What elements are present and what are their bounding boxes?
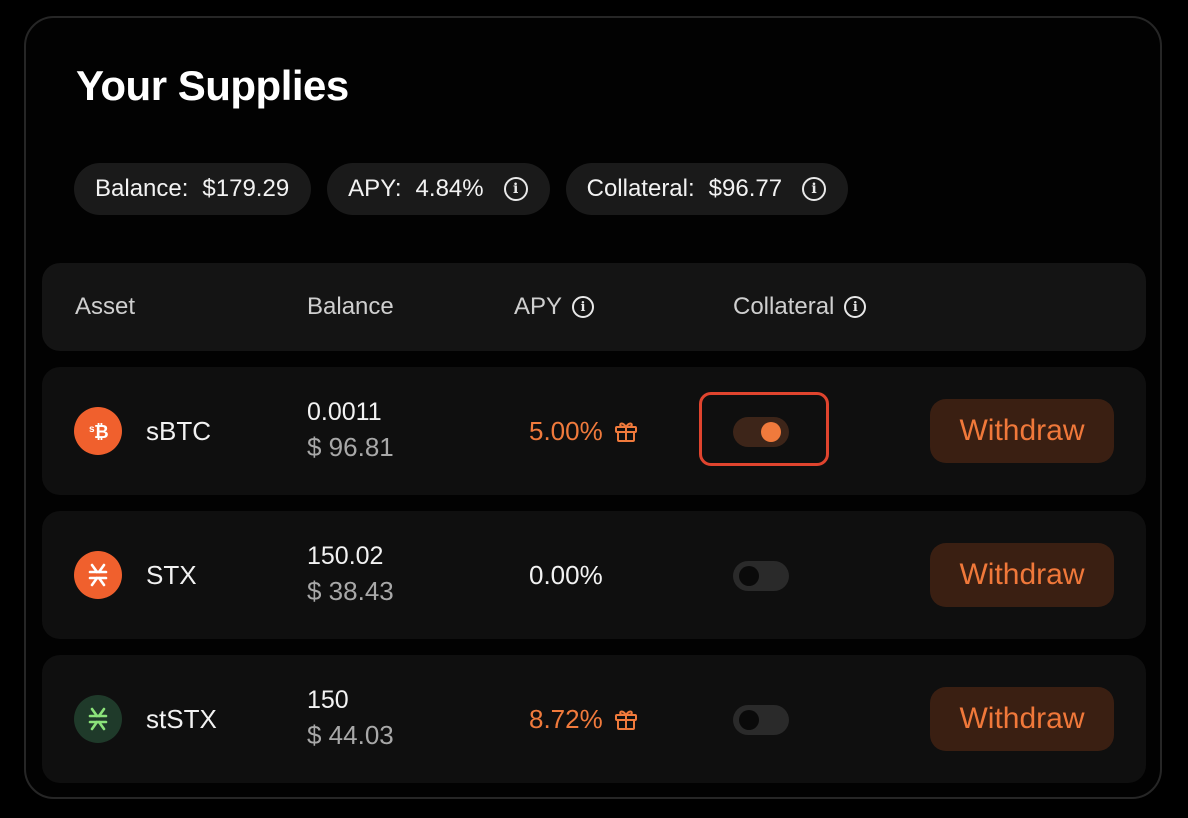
apy-value: 0.00% (529, 559, 603, 590)
balance-amount: 0.0011 (307, 398, 382, 426)
asset-name: stSTX (146, 703, 217, 734)
svg-text:₿: ₿ (94, 422, 109, 442)
asset-cell: STX (74, 511, 197, 639)
balance-cell: 0.0011 $ 96.81 (307, 395, 394, 465)
summary-pills: Balance: $179.29 APY: 4.84% i Collateral… (74, 163, 849, 215)
asset-name: STX (146, 559, 197, 590)
balance-usd: $ 96.81 (307, 432, 394, 462)
info-icon[interactable]: i (572, 296, 595, 318)
collateral-pill-value: $96.77 (708, 175, 783, 202)
withdraw-button[interactable]: Withdraw (930, 687, 1114, 751)
collateral-pill-label: Collateral: (586, 175, 695, 202)
balance-amount: 150 (307, 686, 349, 714)
info-icon[interactable]: i (503, 177, 528, 201)
balance-cell: 150 $ 44.03 (307, 683, 394, 753)
ststx-coin-icon (74, 695, 122, 743)
apy-pill-value: 4.84% (415, 175, 484, 202)
balance-pill-label: Balance: (95, 175, 189, 202)
table-row: STX 150.02 $ 38.43 0.00% Withdraw (42, 511, 1146, 639)
balance-pill: Balance: $179.29 (74, 163, 312, 215)
page-title: Your Supplies (76, 62, 349, 109)
balance-pill-value: $179.29 (202, 175, 290, 202)
apy-cell: 5.00% (529, 367, 639, 495)
collateral-toggle[interactable] (733, 705, 789, 735)
gift-icon[interactable] (613, 706, 639, 732)
balance-amount: 150.02 (307, 542, 384, 570)
collateral-toggle[interactable] (733, 561, 789, 591)
gift-icon[interactable] (613, 418, 639, 444)
apy-pill: APY: 4.84% i (327, 163, 550, 215)
sbtc-coin-icon: s ₿ (74, 407, 122, 455)
asset-cell: s ₿ sBTC (74, 367, 211, 495)
supplies-card: Your Supplies Balance: $179.29 APY: 4.84… (24, 16, 1162, 799)
toggle-knob (739, 566, 759, 586)
apy-pill-label: APY: (348, 175, 402, 202)
stx-coin-icon (74, 551, 122, 599)
header-collateral: Collateral i (733, 263, 867, 351)
table-header: Asset Balance APY i Collateral i (42, 263, 1146, 351)
apy-cell: 0.00% (529, 511, 603, 639)
info-icon[interactable]: i (844, 296, 867, 318)
header-asset: Asset (75, 293, 136, 320)
collateral-toggle[interactable] (733, 417, 789, 447)
header-balance: Balance (307, 293, 394, 320)
apy-value: 5.00% (529, 415, 603, 446)
toggle-knob (761, 422, 781, 442)
header-collateral-label: Collateral (733, 293, 835, 320)
balance-cell: 150.02 $ 38.43 (307, 539, 394, 609)
collateral-pill: Collateral: $96.77 i (565, 163, 849, 215)
asset-name: sBTC (146, 415, 211, 446)
header-apy: APY i (514, 263, 595, 351)
apy-cell: 8.72% (529, 655, 639, 783)
info-icon[interactable]: i (802, 177, 827, 201)
table-row: stSTX 150 $ 44.03 8.72% Withdraw (42, 655, 1146, 783)
table-row: s ₿ sBTC 0.0011 $ 96.81 5.00% Withdraw (42, 367, 1146, 495)
header-apy-label: APY (514, 293, 563, 320)
toggle-knob (739, 710, 759, 730)
balance-usd: $ 38.43 (307, 576, 394, 606)
withdraw-button[interactable]: Withdraw (930, 543, 1114, 607)
asset-cell: stSTX (74, 655, 217, 783)
apy-value: 8.72% (529, 703, 603, 734)
balance-usd: $ 44.03 (307, 720, 394, 750)
withdraw-button[interactable]: Withdraw (930, 399, 1114, 463)
